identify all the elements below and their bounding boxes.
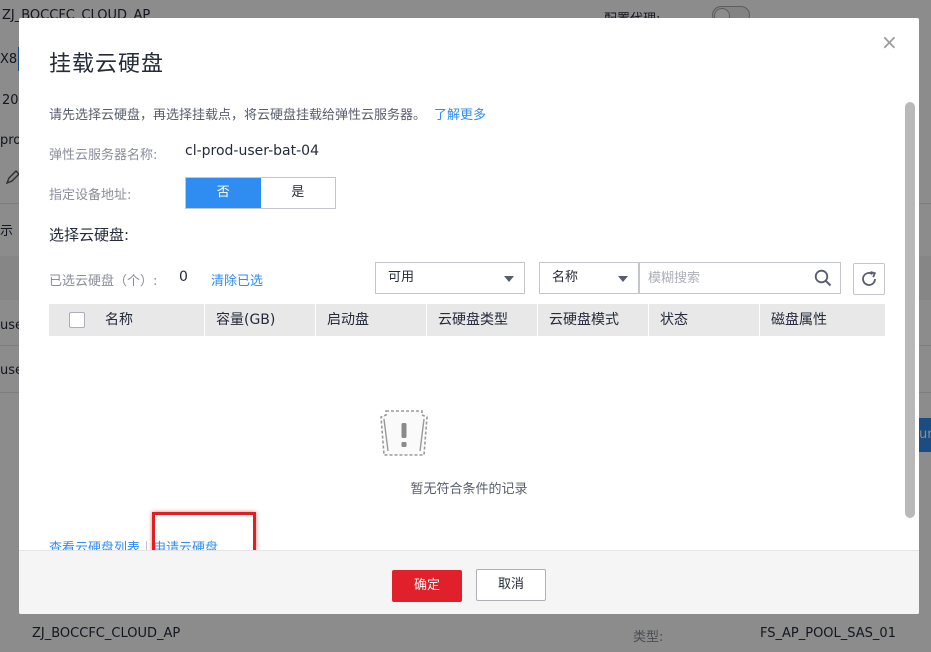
column-header-disk-type[interactable]: 云硬盘类型: [427, 304, 538, 336]
search-icon[interactable]: [814, 269, 832, 287]
column-label: 磁盘属性: [771, 312, 827, 328]
refresh-button[interactable]: [853, 263, 885, 295]
attach-disk-dialog: 挂载云硬盘 × 请先选择云硬盘，再选择挂载点，将云硬盘挂载给弹性云服务器。 了解更…: [19, 18, 919, 614]
column-header-capacity[interactable]: 容量(GB): [205, 304, 316, 336]
description-text: 请先选择云硬盘，再选择挂载点，将云硬盘挂载给弹性云服务器。: [49, 108, 427, 123]
disk-table-header: 名称 容量(GB) 启动盘 云硬盘类型 云硬盘模式 状态 磁盘属性: [49, 304, 885, 336]
column-label: 名称: [105, 312, 133, 328]
selected-count-value: 0: [179, 269, 188, 285]
column-header-boot[interactable]: 启动盘: [316, 304, 427, 336]
search-input[interactable]: [648, 263, 808, 293]
column-label: 状态: [660, 312, 688, 328]
server-name-value: cl-prod-user-bat-04: [185, 143, 319, 159]
device-address-label: 指定设备地址:: [49, 188, 132, 203]
chevron-down-icon: [618, 276, 628, 282]
device-address-option-no[interactable]: 否: [186, 178, 261, 208]
clear-selected-link[interactable]: 清除已选: [211, 270, 263, 289]
close-icon[interactable]: ×: [881, 32, 898, 52]
search-field-select[interactable]: 名称: [539, 262, 639, 294]
dialog-scrollbar[interactable]: [905, 102, 915, 518]
refresh-icon: [862, 271, 877, 286]
dialog-description: 请先选择云硬盘，再选择挂载点，将云硬盘挂载给弹性云服务器。 了解更多: [49, 104, 486, 123]
cancel-button[interactable]: 取消: [476, 569, 546, 601]
search-box: [639, 262, 841, 294]
selected-count-label: 已选云硬盘（个）:: [49, 274, 158, 289]
column-label: 云硬盘类型: [438, 312, 508, 328]
empty-state-text: 暂无符合条件的记录: [410, 482, 528, 497]
device-address-option-yes[interactable]: 是: [260, 178, 335, 208]
column-label: 启动盘: [327, 312, 369, 328]
column-header-disk-mode[interactable]: 云硬盘模式: [538, 304, 649, 336]
column-header-status[interactable]: 状态: [649, 304, 760, 336]
column-header-disk-attr[interactable]: 磁盘属性: [760, 304, 885, 336]
chevron-down-icon: [504, 276, 514, 282]
dialog-title: 挂载云硬盘: [49, 52, 165, 77]
empty-record-icon: [380, 410, 428, 456]
server-name-label: 弹性云服务器名称:: [49, 148, 158, 163]
status-filter-value: 可用: [388, 270, 415, 285]
status-filter-select[interactable]: 可用: [375, 262, 525, 294]
learn-more-link[interactable]: 了解更多: [434, 108, 486, 123]
column-label: 云硬盘模式: [549, 312, 619, 328]
select-all-checkbox[interactable]: [69, 312, 85, 328]
dialog-footer: 确定 取消: [19, 550, 919, 614]
select-disk-title: 选择云硬盘:: [49, 226, 130, 244]
device-address-toggle: 否 是: [185, 177, 336, 209]
confirm-button[interactable]: 确定: [392, 570, 462, 602]
column-label: 容量(GB): [216, 312, 276, 328]
search-field-value: 名称: [552, 270, 579, 285]
